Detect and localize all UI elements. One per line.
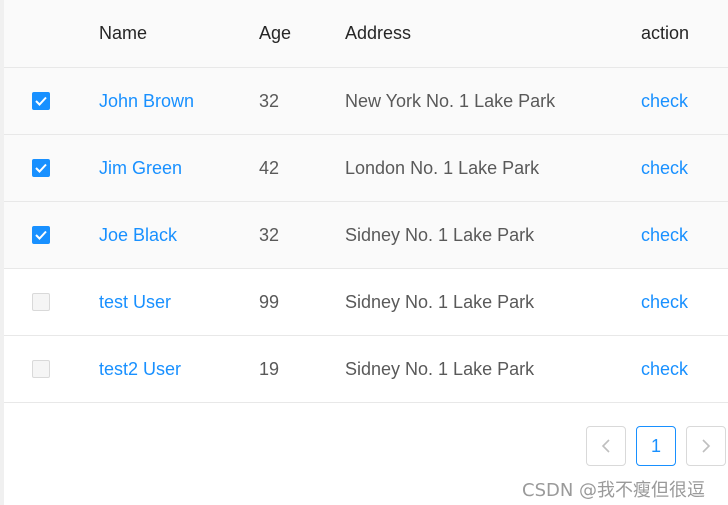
check-icon <box>35 163 47 173</box>
row-name-link[interactable]: Jim Green <box>99 158 259 179</box>
table-row: test User 99 Sidney No. 1 Lake Park chec… <box>4 269 728 336</box>
column-header-action: action <box>641 23 690 43</box>
check-icon <box>35 230 47 240</box>
row-address: New York No. 1 Lake Park <box>345 90 556 111</box>
table-header-row: Name Age Address action <box>4 0 728 68</box>
row-select-cell <box>4 360 99 378</box>
table-row: John Brown 32 New York No. 1 Lake Park c… <box>4 68 728 135</box>
row-name-link[interactable]: test2 User <box>99 359 259 380</box>
data-table: Name Age Address action John Brown 32 Ne… <box>4 0 728 403</box>
row-age: 32 <box>259 224 280 245</box>
row-address: Sidney No. 1 Lake Park <box>345 358 535 379</box>
chevron-right-icon <box>702 439 711 453</box>
page-1-button[interactable]: 1 <box>636 426 676 466</box>
table-row: Jim Green 42 London No. 1 Lake Park chec… <box>4 135 728 202</box>
column-header-address: Address <box>345 23 412 43</box>
table-row: test2 User 19 Sidney No. 1 Lake Park che… <box>4 336 728 403</box>
row-select-cell <box>4 293 99 311</box>
row-address: London No. 1 Lake Park <box>345 157 540 178</box>
row-age: 19 <box>259 358 280 379</box>
column-header-age: Age <box>259 23 292 43</box>
row-check-link[interactable]: check <box>641 292 728 313</box>
row-checkbox[interactable] <box>32 92 50 110</box>
row-check-link[interactable]: check <box>641 225 728 246</box>
row-address: Sidney No. 1 Lake Park <box>345 291 535 312</box>
row-check-link[interactable]: check <box>641 359 728 380</box>
row-age: 99 <box>259 291 280 312</box>
row-checkbox[interactable] <box>32 159 50 177</box>
table-row: Joe Black 32 Sidney No. 1 Lake Park chec… <box>4 202 728 269</box>
check-icon <box>35 96 47 106</box>
csdn-watermark: CSDN @我不瘦但很逗 <box>522 480 706 501</box>
next-page-button[interactable] <box>686 426 726 466</box>
chevron-left-icon <box>601 439 610 453</box>
row-age: 42 <box>259 157 280 178</box>
row-select-cell <box>4 92 99 110</box>
row-checkbox-disabled <box>32 360 50 378</box>
row-check-link[interactable]: check <box>641 91 728 112</box>
prev-page-button[interactable] <box>586 426 626 466</box>
pagination: 1 <box>586 426 726 466</box>
row-name-link[interactable]: John Brown <box>99 91 259 112</box>
row-name-link[interactable]: Joe Black <box>99 225 259 246</box>
row-select-cell <box>4 226 99 244</box>
row-check-link[interactable]: check <box>641 158 728 179</box>
row-checkbox[interactable] <box>32 226 50 244</box>
column-header-name: Name <box>99 23 148 43</box>
row-select-cell <box>4 159 99 177</box>
row-age: 32 <box>259 90 280 111</box>
row-name-link[interactable]: test User <box>99 292 259 313</box>
row-address: Sidney No. 1 Lake Park <box>345 224 535 245</box>
app-frame: Name Age Address action John Brown 32 Ne… <box>0 0 728 505</box>
row-checkbox-disabled <box>32 293 50 311</box>
